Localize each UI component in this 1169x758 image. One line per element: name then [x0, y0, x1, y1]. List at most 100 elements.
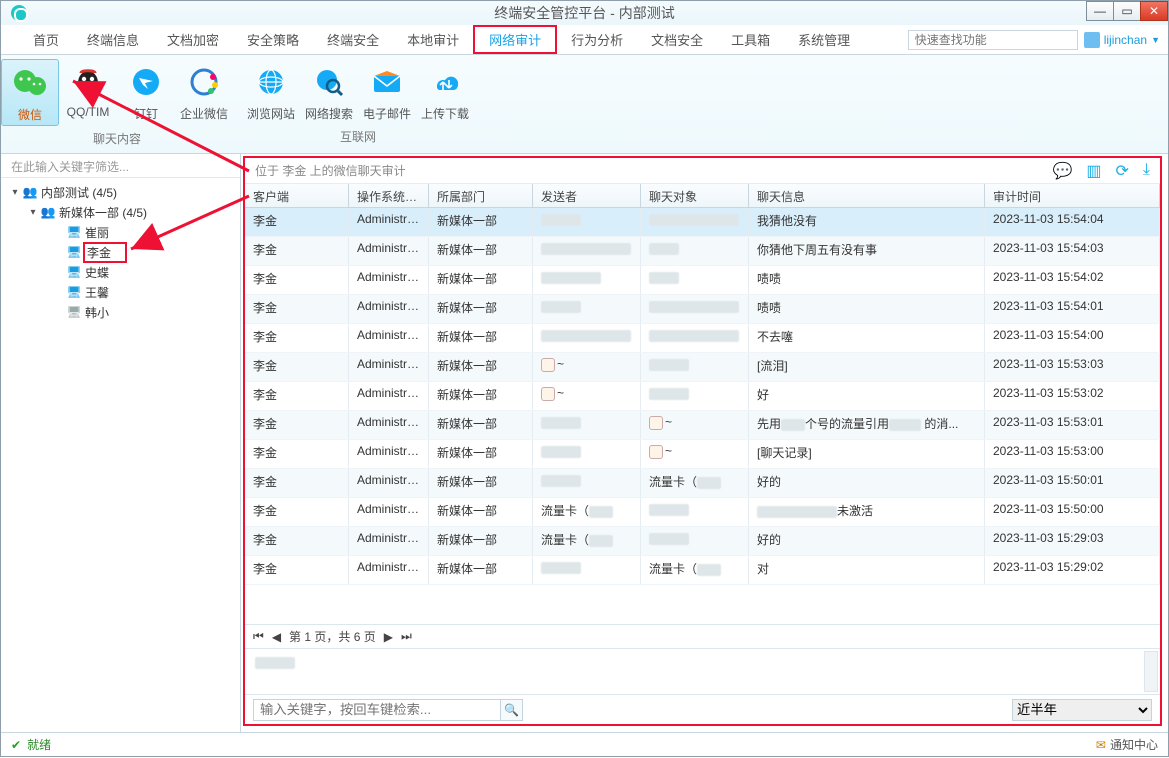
col-time[interactable]: 审计时间: [985, 184, 1160, 207]
tree-leaf[interactable]: 🖥王馨: [1, 282, 240, 302]
pager-next[interactable]: ▶: [384, 630, 393, 644]
ribbon-browse[interactable]: 浏览网站: [242, 59, 300, 124]
close-button[interactable]: ✕: [1140, 1, 1168, 21]
org-tree: ▾ 👥 内部测试 (4/5) ▾ 👥 新媒体一部 (4/5) 🖥崔丽 🖥李金 🖥…: [1, 178, 240, 732]
ribbon-email[interactable]: 电子邮件: [358, 59, 416, 124]
status-text: 就绪: [27, 736, 51, 753]
table-row[interactable]: 李金Administra...新媒体一部啧啧2023-11-03 15:54:0…: [245, 266, 1160, 295]
wechat-icon: [11, 64, 49, 102]
table-row[interactable]: 李金Administra...新媒体一部啧啧2023-11-03 15:54:0…: [245, 295, 1160, 324]
table-row[interactable]: 李金Administra...新媒体一部流量卡（办...未激活2023-11-0…: [245, 498, 1160, 527]
monitor-icon: 🖥: [65, 225, 83, 239]
tree-root[interactable]: ▾ 👥 内部测试 (4/5): [1, 182, 240, 202]
monitor-icon: 🖥: [65, 245, 83, 259]
notify-center[interactable]: ✉ 通知中心: [1096, 736, 1158, 753]
user-menu[interactable]: lijinchan ▼: [1084, 32, 1160, 48]
breadcrumb-text: 位于 李金 上的微信聊天审计: [255, 162, 406, 179]
ribbon-qqtim[interactable]: QQ/TIM: [59, 59, 117, 126]
grid-header: 客户端 操作系统账户 所属部门 发送者 聊天对象 聊天信息 审计时间: [245, 184, 1160, 208]
table-row[interactable]: 李金Administra...新媒体一部流量卡（办...好的2023-11-03…: [245, 527, 1160, 556]
tree-leaf-label: 王馨: [83, 284, 109, 301]
refresh-icon[interactable]: ⟳: [1116, 161, 1129, 181]
menu-terminal-security[interactable]: 终端安全: [313, 25, 393, 54]
keyword-search-input[interactable]: [253, 699, 501, 721]
col-sender[interactable]: 发送者: [533, 184, 641, 207]
column-icon[interactable]: ▥: [1086, 161, 1101, 181]
wework-icon: [185, 63, 223, 101]
menu-bar: 首页 终端信息 文档加密 安全策略 终端安全 本地审计 网络审计 行为分析 文档…: [1, 25, 1168, 55]
audit-grid: 客户端 操作系统账户 所属部门 发送者 聊天对象 聊天信息 审计时间 李金Adm…: [245, 184, 1160, 724]
table-row[interactable]: 李金Administra...新媒体一部~先用个号的流量引用 的消...2023…: [245, 411, 1160, 440]
tree-leaf-selected[interactable]: 🖥李金: [1, 242, 240, 262]
ribbon-websearch[interactable]: 网络搜索: [300, 59, 358, 124]
tree-leaf[interactable]: 🖥史蝶: [1, 262, 240, 282]
monitor-icon: 🖥: [65, 305, 83, 319]
ribbon-dingding-label: 钉钉: [134, 105, 158, 122]
pager: ⏮ ◀ 第 1 页，共 6 页 ▶ ⏭: [245, 624, 1160, 648]
notify-label: 通知中心: [1110, 736, 1158, 753]
table-row[interactable]: 李金Administra...新媒体一部~好2023-11-03 15:53:0…: [245, 382, 1160, 411]
search-row: 🔍 近半年: [245, 694, 1160, 724]
ribbon-wechat-label: 微信: [18, 106, 42, 123]
menu-local-audit[interactable]: 本地审计: [393, 25, 473, 54]
table-row[interactable]: 李金Administra...新媒体一部流量卡（办...对2023-11-03 …: [245, 556, 1160, 585]
pager-first[interactable]: ⏮: [253, 629, 264, 644]
detail-scrollbar[interactable]: [1144, 651, 1158, 692]
time-range-select[interactable]: 近半年: [1012, 699, 1152, 721]
search-globe-icon: [310, 63, 348, 101]
grid-body[interactable]: 李金Administra...新媒体一部我猜他没有2023-11-03 15:5…: [245, 208, 1160, 624]
menu-home[interactable]: 首页: [19, 25, 73, 54]
table-row[interactable]: 李金Administra...新媒体一部流量卡（办...好的2023-11-03…: [245, 469, 1160, 498]
table-row[interactable]: 李金Administra...新媒体一部~[流泪]2023-11-03 15:5…: [245, 353, 1160, 382]
avatar-icon: [1084, 32, 1100, 48]
tree-dept[interactable]: ▾ 👥 新媒体一部 (4/5): [1, 202, 240, 222]
menu-security-policy[interactable]: 安全策略: [233, 25, 313, 54]
col-client[interactable]: 客户端: [245, 184, 349, 207]
ribbon-dingding[interactable]: 钉钉: [117, 59, 175, 126]
table-row[interactable]: 李金Administra...新媒体一部~[聊天记录]2023-11-03 15…: [245, 440, 1160, 469]
col-dept[interactable]: 所属部门: [429, 184, 533, 207]
ribbon-qqtim-label: QQ/TIM: [67, 105, 110, 119]
tree-filter-input[interactable]: 在此输入关键字筛选...: [1, 154, 240, 178]
col-osuser[interactable]: 操作系统账户: [349, 184, 429, 207]
table-row[interactable]: 李金Administra...新媒体一部不去噻2023-11-03 15:54:…: [245, 324, 1160, 353]
ribbon-wework[interactable]: 企业微信: [175, 59, 233, 126]
user-name: lijinchan: [1104, 33, 1147, 47]
sidebar: 在此输入关键字筛选... ▾ 👥 内部测试 (4/5) ▾ 👥 新媒体一部 (4…: [1, 154, 241, 732]
menu-doc-encrypt[interactable]: 文档加密: [153, 25, 233, 54]
table-row[interactable]: 李金Administra...新媒体一部你猜他下周五有没有事2023-11-03…: [245, 237, 1160, 266]
mail-icon: ✉: [1096, 738, 1106, 752]
col-target[interactable]: 聊天对象: [641, 184, 749, 207]
menu-behavior[interactable]: 行为分析: [557, 25, 637, 54]
pager-last[interactable]: ⏭: [401, 629, 412, 644]
table-row[interactable]: 李金Administra...新媒体一部我猜他没有2023-11-03 15:5…: [245, 208, 1160, 237]
detail-panel: [245, 648, 1160, 694]
maximize-button[interactable]: ▭: [1113, 1, 1141, 21]
export-icon[interactable]: ⤓: [1143, 161, 1150, 181]
collapse-icon[interactable]: ▾: [27, 207, 39, 218]
chevron-down-icon: ▼: [1151, 35, 1160, 45]
ribbon-updown-label: 上传下载: [421, 105, 469, 122]
col-msg[interactable]: 聊天信息: [749, 184, 985, 207]
window-title: 终端安全管控平台 - 内部测试: [1, 3, 1168, 23]
menu-sys-manage[interactable]: 系统管理: [784, 25, 864, 54]
tree-dept-label: 新媒体一部 (4/5): [57, 204, 147, 221]
minimize-button[interactable]: —: [1086, 1, 1114, 21]
search-icon[interactable]: 🔍: [501, 699, 523, 721]
tree-leaf-label: 韩小: [83, 304, 109, 321]
menu-toolbox[interactable]: 工具箱: [717, 25, 784, 54]
collapse-icon[interactable]: ▾: [9, 187, 21, 198]
tree-leaf[interactable]: 🖥韩小: [1, 302, 240, 322]
group-icon: 👥: [39, 205, 57, 219]
ribbon-updown[interactable]: 上传下载: [416, 59, 474, 124]
tree-root-label: 内部测试 (4/5): [39, 184, 117, 201]
ribbon-wechat[interactable]: 微信: [1, 59, 59, 126]
tree-leaf[interactable]: 🖥崔丽: [1, 222, 240, 242]
quick-search-input[interactable]: [908, 30, 1078, 50]
pager-prev[interactable]: ◀: [272, 630, 281, 644]
chat-bubble-icon[interactable]: 💬: [1052, 161, 1072, 181]
menu-terminal-info[interactable]: 终端信息: [73, 25, 153, 54]
dingding-icon: [127, 63, 165, 101]
menu-network-audit[interactable]: 网络审计: [473, 25, 557, 54]
menu-doc-security[interactable]: 文档安全: [637, 25, 717, 54]
